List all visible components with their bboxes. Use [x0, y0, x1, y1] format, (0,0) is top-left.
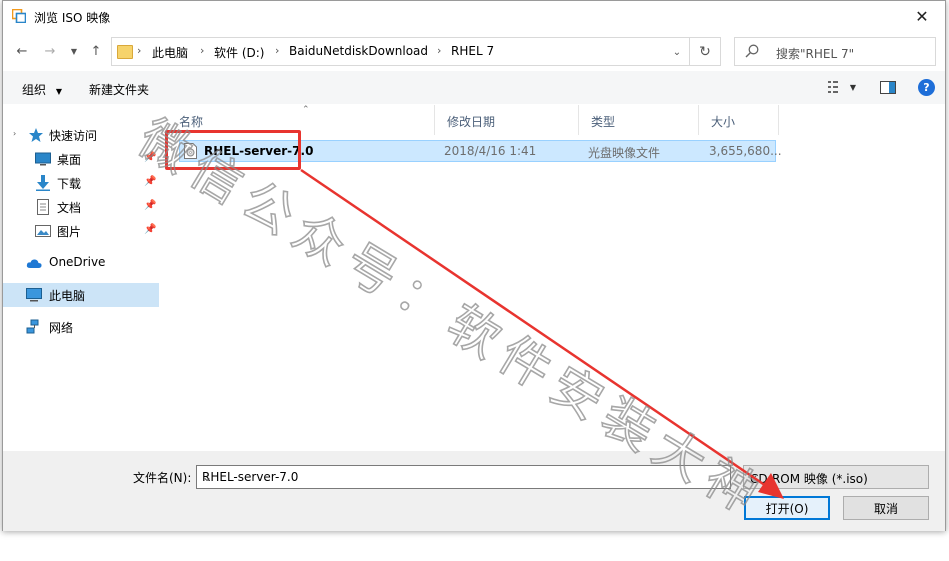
- breadcrumb-this-pc[interactable]: 此电脑: [152, 44, 188, 61]
- chevron-down-icon: ⌄: [750, 470, 759, 481]
- open-button[interactable]: 打开(O): [744, 496, 830, 520]
- chevron-down-icon: ⌄: [672, 46, 682, 58]
- new-folder-button[interactable]: 新建文件夹: [89, 81, 149, 98]
- up-button[interactable]: ↑: [87, 42, 105, 60]
- column-header-type[interactable]: 类型: [579, 105, 699, 135]
- view-list-icon: [827, 81, 838, 93]
- filename-input[interactable]: RHEL-server-7.0 ⌄: [196, 465, 731, 489]
- filename-label: 文件名(N):: [133, 471, 192, 485]
- arrow-left-icon: ←: [16, 43, 28, 59]
- navigation-pane: › 快速访问 桌面 📌 下载 📌 文档 📌 图片 📌 OneDrive 此电脑 …: [3, 105, 161, 450]
- refresh-button[interactable]: ↻: [689, 38, 720, 65]
- pin-icon: 📌: [144, 176, 157, 187]
- computer-icon: [26, 288, 42, 302]
- address-dropdown-button[interactable]: ⌄: [668, 41, 686, 63]
- view-options-button[interactable]: ▼: [825, 79, 859, 95]
- preview-pane-button[interactable]: [879, 79, 897, 95]
- file-type-select[interactable]: CD-ROM 映像 (*.iso) ⌄: [743, 465, 929, 489]
- sidebar-item-desktop[interactable]: 桌面 📌: [3, 147, 159, 171]
- arrow-up-icon: ↑: [90, 43, 102, 59]
- folder-icon: [117, 45, 133, 59]
- annotation-highlight-box: [165, 130, 301, 170]
- sidebar-item-pictures[interactable]: 图片 📌: [3, 219, 159, 243]
- organize-label: 组织: [22, 83, 47, 97]
- cancel-button[interactable]: 取消: [843, 496, 929, 520]
- chevron-right-icon: ›: [137, 44, 142, 57]
- pin-icon: 📌: [144, 224, 157, 235]
- sidebar-item-label: 桌面: [57, 153, 82, 167]
- sidebar-item-label: 快速访问: [49, 129, 98, 143]
- back-button[interactable]: ←: [13, 42, 31, 60]
- chevron-down-icon: ▼: [849, 82, 857, 92]
- sidebar-item-label: 图片: [57, 225, 82, 239]
- sidebar-item-downloads[interactable]: 下载 📌: [3, 171, 159, 195]
- chevron-down-icon[interactable]: ⌄: [202, 470, 726, 484]
- search-placeholder: 搜索"RHEL 7": [776, 47, 855, 61]
- chevron-right-icon: ›: [13, 129, 17, 138]
- file-dialog-window: 浏览 ISO 映像 ✕ ← → ▼ ↑ › 此电脑 › 软件 (D:) › Ba…: [2, 0, 946, 531]
- column-header-label: 类型: [591, 115, 616, 129]
- forward-button[interactable]: →: [41, 42, 59, 60]
- download-icon: [36, 175, 50, 191]
- chevron-right-icon: ›: [437, 44, 442, 57]
- column-header-date[interactable]: 修改日期: [435, 105, 579, 135]
- sidebar-item-onedrive[interactable]: OneDrive: [3, 251, 159, 275]
- sidebar-item-label: 下载: [57, 177, 82, 191]
- file-type: 光盘映像文件: [588, 146, 661, 160]
- column-header-label: 大小: [711, 115, 736, 129]
- chevron-right-icon: ›: [200, 44, 205, 57]
- chevron-right-icon: ›: [275, 44, 280, 57]
- window-title: 浏览 ISO 映像: [34, 11, 111, 25]
- network-icon: [26, 319, 39, 334]
- sidebar-item-this-pc[interactable]: 此电脑: [3, 283, 159, 307]
- column-header-label: 修改日期: [447, 115, 496, 129]
- close-button[interactable]: ✕: [899, 1, 945, 32]
- sidebar-item-label: 文档: [57, 201, 82, 215]
- chevron-down-icon: ▼: [55, 87, 62, 96]
- pin-icon: 📌: [144, 152, 157, 163]
- sidebar-item-label: 网络: [49, 321, 74, 335]
- file-size: 3,655,680...: [709, 144, 782, 158]
- close-icon: ✕: [915, 7, 929, 26]
- search-box[interactable]: 搜索"RHEL 7": [734, 37, 936, 66]
- document-icon: [37, 199, 49, 215]
- file-date: 2018/4/16 1:41: [444, 144, 537, 158]
- organize-menu-button[interactable]: 组织 ▼: [22, 81, 62, 98]
- help-icon[interactable]: ?: [918, 79, 935, 96]
- breadcrumb-current[interactable]: RHEL 7: [451, 44, 494, 58]
- cloud-icon: [26, 259, 42, 268]
- desktop-icon: [35, 152, 51, 166]
- sidebar-item-label: OneDrive: [49, 255, 106, 269]
- sidebar-item-quick-access[interactable]: › 快速访问: [3, 123, 159, 147]
- sort-ascending-icon: ⌃: [302, 105, 310, 115]
- sidebar-item-network[interactable]: 网络: [3, 315, 159, 339]
- refresh-icon: ↻: [699, 43, 711, 60]
- vmware-app-icon: [12, 9, 26, 23]
- breadcrumb-folder[interactable]: BaiduNetdiskDownload: [289, 44, 428, 58]
- column-header-label: 名称: [179, 115, 204, 129]
- column-header-size[interactable]: 大小: [699, 105, 779, 135]
- dialog-footer: 文件名(N): RHEL-server-7.0 ⌄ CD-ROM 映像 (*.i…: [3, 451, 945, 531]
- recent-locations-button[interactable]: ▼: [65, 42, 83, 60]
- picture-icon: [35, 225, 51, 237]
- navigation-row: ← → ▼ ↑ › 此电脑 › 软件 (D:) › BaiduNetdiskDo…: [3, 34, 945, 68]
- address-bar[interactable]: › 此电脑 › 软件 (D:) › BaiduNetdiskDownload ›…: [111, 37, 721, 66]
- breadcrumb-drive[interactable]: 软件 (D:): [214, 44, 264, 61]
- title-bar: 浏览 ISO 映像 ✕: [3, 1, 945, 32]
- sidebar-item-documents[interactable]: 文档 📌: [3, 195, 159, 219]
- pin-icon: 📌: [144, 200, 157, 211]
- sidebar-item-label: 此电脑: [49, 289, 86, 303]
- star-icon: [29, 128, 43, 142]
- search-icon: [745, 44, 759, 58]
- arrow-right-icon: →: [44, 43, 56, 59]
- chevron-down-icon: ▼: [70, 46, 78, 56]
- command-toolbar: 组织 ▼ 新建文件夹 ▼ ?: [3, 71, 945, 104]
- preview-pane-icon: [880, 80, 896, 94]
